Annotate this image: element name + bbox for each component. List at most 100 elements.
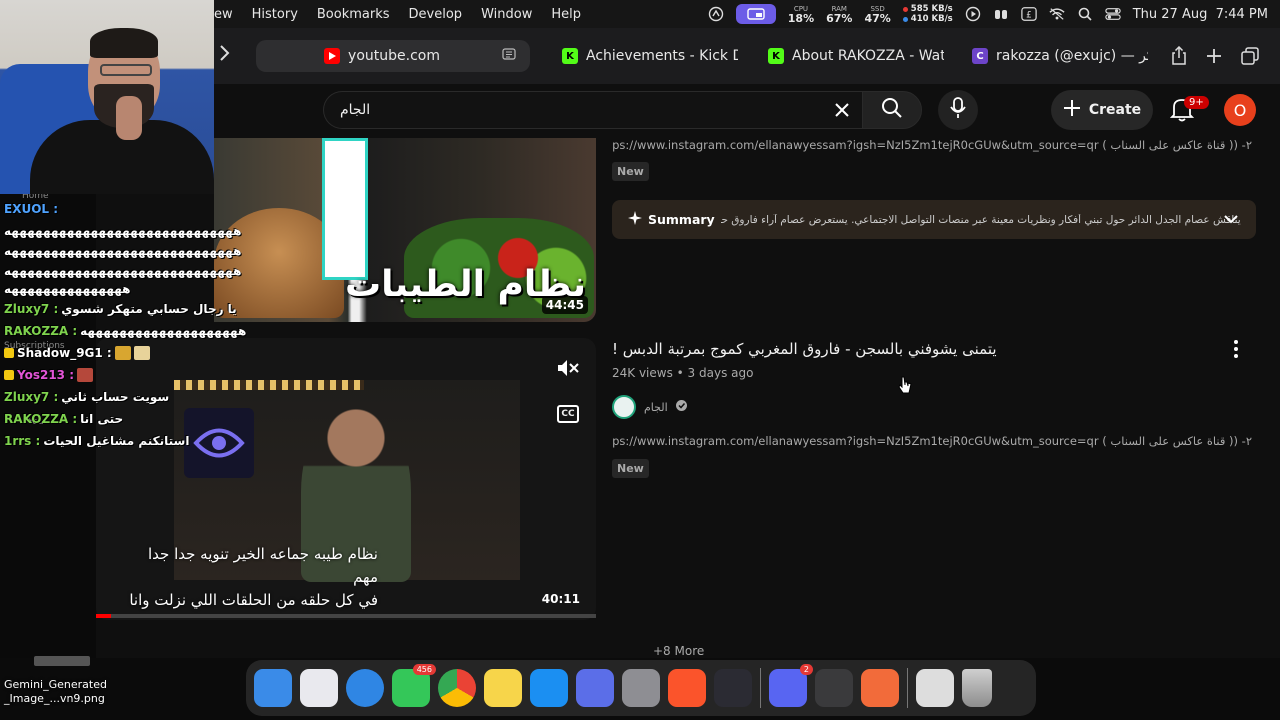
chat-username[interactable]: Yos213 : bbox=[17, 368, 74, 382]
chat-username[interactable]: EXUOL : bbox=[4, 202, 58, 216]
svg-text:£: £ bbox=[1026, 11, 1032, 21]
menu-edit-view[interactable]: ew bbox=[214, 7, 233, 22]
network-stat[interactable]: 585 KB/s 410 KB/s bbox=[902, 4, 953, 24]
share-icon[interactable] bbox=[1167, 44, 1191, 68]
mute-icon[interactable] bbox=[556, 356, 580, 380]
avatar[interactable]: O bbox=[1224, 94, 1256, 126]
chat-username[interactable]: Zluxy7 : bbox=[4, 390, 58, 404]
chevron-down-icon[interactable] bbox=[1222, 210, 1240, 232]
notes-icon[interactable] bbox=[484, 669, 522, 707]
crown-badge-icon bbox=[4, 370, 14, 380]
safari-icon[interactable] bbox=[346, 669, 384, 707]
chat-username[interactable]: 1rrs : bbox=[4, 434, 40, 448]
notification-badge: 9+ bbox=[1184, 96, 1209, 109]
screen-share-icon[interactable] bbox=[735, 4, 776, 24]
emote-icon bbox=[77, 368, 93, 382]
obs-icon[interactable] bbox=[714, 669, 752, 707]
downloads-stack-icon[interactable] bbox=[916, 669, 954, 707]
microphone-icon bbox=[950, 97, 966, 123]
messages-icon[interactable]: 456 bbox=[392, 664, 436, 707]
ssd-stat[interactable]: SSD 47% bbox=[864, 4, 890, 24]
launchpad-icon[interactable] bbox=[300, 669, 338, 707]
desktop-file-label[interactable]: Gemini_Generated _Image_...vn9.png bbox=[4, 678, 107, 706]
create-button[interactable]: Create bbox=[1051, 90, 1153, 130]
tab-rakozza-profile[interactable]: C rakozza (@exujc) — کر... bbox=[972, 40, 1148, 72]
brave-icon[interactable] bbox=[668, 669, 706, 707]
chat-username[interactable]: Zluxy7 : bbox=[4, 302, 58, 316]
tab-kick-achievements[interactable]: K Achievements - Kick D... bbox=[562, 40, 738, 72]
more-results-link[interactable]: +8 More bbox=[653, 644, 704, 658]
ram-stat[interactable]: RAM 67% bbox=[826, 4, 852, 24]
walkie-icon[interactable] bbox=[993, 6, 1009, 22]
create-label: Create bbox=[1088, 102, 1142, 118]
chat-message: هههههههههههههههههههههههههههههه bbox=[4, 224, 242, 238]
video-thumbnail[interactable]: نظام الطيبات 44:45 bbox=[214, 138, 596, 322]
voice-search-button[interactable] bbox=[938, 90, 978, 130]
tab-label: rakozza (@exujc) — کر... bbox=[996, 48, 1148, 64]
summary-bar[interactable]: Summary يناقش عصام الجدل الدائر حول تبني… bbox=[612, 200, 1256, 239]
new-badge: New bbox=[612, 459, 649, 478]
search-button[interactable] bbox=[862, 91, 922, 129]
cpu-stat[interactable]: CPU 18% bbox=[788, 4, 814, 24]
menu-history[interactable]: History bbox=[252, 7, 298, 22]
kick-icon: K bbox=[562, 48, 578, 64]
video-progress-bar[interactable] bbox=[96, 614, 596, 618]
chevron-right-icon[interactable] bbox=[218, 44, 230, 67]
activity-icon[interactable] bbox=[708, 6, 724, 22]
menu-window[interactable]: Window bbox=[481, 7, 532, 22]
menu-help[interactable]: Help bbox=[551, 7, 581, 22]
clock[interactable]: Thu 27 Aug 7:44 PM bbox=[1133, 7, 1268, 22]
video-description: ٢- (( قناة عاكس على السناب ) https://www… bbox=[612, 434, 1252, 448]
file-icon[interactable] bbox=[34, 656, 90, 666]
chat-message: هههههههههههههههههههههههههههههه bbox=[4, 264, 242, 278]
chat-message: هههههههههههههههههههههههههههههه bbox=[4, 244, 242, 258]
tab-about-rakozza[interactable]: K About RAKOZZA - Wat... bbox=[768, 40, 944, 72]
finder-icon[interactable] bbox=[254, 669, 292, 707]
trash-icon[interactable] bbox=[962, 669, 992, 707]
chat-text: ههههههههههههههههههههه bbox=[80, 324, 247, 338]
video-captions: نظام طيبه جماعه الخير تنويه جدا جدا مهم … bbox=[122, 543, 378, 612]
chat-message: هههههههههههههههه bbox=[4, 282, 132, 296]
tab-overview-icon[interactable] bbox=[1238, 44, 1262, 68]
search-input[interactable]: الجام bbox=[323, 91, 863, 129]
search-icon[interactable] bbox=[1077, 6, 1093, 22]
menu-develop[interactable]: Develop bbox=[409, 7, 463, 22]
discord-icon[interactable]: 2 bbox=[769, 664, 813, 707]
tab-label: About RAKOZZA - Wat... bbox=[792, 48, 944, 64]
channel-name[interactable]: الجام bbox=[644, 401, 668, 414]
calculator-icon[interactable] bbox=[815, 669, 853, 707]
file-name-line: Gemini_Generated bbox=[4, 678, 107, 691]
chat-username[interactable]: RAKOZZA : bbox=[4, 324, 77, 338]
control-center-icon[interactable] bbox=[1105, 6, 1121, 22]
status-area: CPU 18% RAM 67% SSD 47% 585 KB/s 410 KB/s £… bbox=[708, 0, 1268, 28]
video-meta: 24K views • 3 days ago bbox=[612, 366, 754, 380]
dock: 456 2 bbox=[246, 660, 1036, 716]
tab-youtube[interactable]: youtube.com bbox=[256, 40, 530, 72]
chat-message: Shadow_9G1 : bbox=[4, 346, 150, 360]
channel-row[interactable]: الجام bbox=[612, 395, 687, 419]
chat-message: EXUOL : bbox=[4, 202, 58, 216]
settings-icon[interactable] bbox=[622, 669, 660, 707]
verified-icon bbox=[675, 400, 687, 414]
close-icon[interactable] bbox=[830, 98, 854, 122]
app-store-icon[interactable] bbox=[530, 669, 568, 707]
channel-avatar[interactable] bbox=[612, 395, 636, 419]
simulator-icon[interactable] bbox=[576, 669, 614, 707]
chrome-icon[interactable] bbox=[438, 669, 476, 707]
chat-message: Zluxy7 : سويت حساب ثاني bbox=[4, 390, 169, 404]
chat-username[interactable]: RAKOZZA : bbox=[4, 412, 77, 426]
captions-button[interactable]: CC bbox=[557, 405, 579, 423]
wifi-icon[interactable] bbox=[1049, 6, 1065, 22]
more-options-icon[interactable] bbox=[1226, 338, 1246, 360]
video-duration: 40:11 bbox=[541, 592, 580, 606]
video-title[interactable]: يتمنى يشوفني بالسجن - فاروق المغربي كموج… bbox=[612, 340, 997, 358]
chat-username[interactable]: Shadow_9G1 : bbox=[17, 346, 112, 360]
new-tab-icon[interactable] bbox=[1202, 44, 1226, 68]
menu-bookmarks[interactable]: Bookmarks bbox=[317, 7, 390, 22]
chat-text: سويت حساب ثاني bbox=[61, 390, 170, 404]
play-icon[interactable] bbox=[965, 6, 981, 22]
claude-icon[interactable] bbox=[861, 669, 899, 707]
reader-icon[interactable] bbox=[502, 48, 516, 64]
chat-text: هههههههههههههههههههههههههههههه bbox=[4, 264, 242, 278]
currency-icon[interactable]: £ bbox=[1021, 6, 1037, 22]
